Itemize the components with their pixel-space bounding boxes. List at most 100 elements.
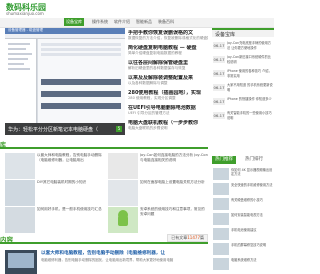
hot-thumbnail[interactable]: [213, 258, 229, 270]
news-title[interactable]: Joy-Con新旧接口系统硬件的比较说明: [227, 55, 273, 64]
headline-desc: 简单介绍硬盘复制电脑数据的教程: [128, 51, 182, 55]
main-nav: 设备宝库 操作系统 软件介绍 智能新品 装备百科: [0, 18, 274, 28]
right-sidebar: 设备宝库 06-17 Joy-Con充电底座手柄的使用方法 让你更方便地操作 0…: [212, 28, 274, 274]
sidebar-news-item[interactable]: 06-17 大家不用知道 的手机系统更新说明: [212, 83, 274, 93]
news-title[interactable]: iPhone 使用的各种技巧 介绍，非常实用: [227, 69, 273, 78]
article-row[interactable]: 以套大师和电脑教程，告别电脑手动删除（电脑维修利器，让 电脑维修利器，告别电脑手…: [5, 250, 208, 274]
library-thumbnail[interactable]: [108, 207, 138, 233]
headline-item[interactable]: 简化硬盘复制电脑教程 — 硬盘 简单介绍硬盘复制电脑数据的教程: [128, 45, 208, 56]
news-date: 06-17: [213, 98, 225, 105]
nav-item-os[interactable]: 操作系统: [92, 19, 108, 25]
headline-item[interactable]: 手把手教你恢复误删误格的文 数据恢复的方法介绍，恢复被删除或格式化的硬盘数据: [128, 30, 208, 41]
library-item[interactable]: DIY其它电脑装机时期的小知识: [5, 180, 105, 210]
headline-desc: 以及各种数据解除与调整: [128, 81, 168, 85]
hot-item[interactable]: 你如何 4K 显示器视频输出设定方法: [212, 167, 274, 181]
library-item-title[interactable]: 以套大师和电脑教程，告别电脑手动删除（电脑维修利器，让电脑用出: [37, 153, 105, 179]
content-section-header: 内容 已有文章11477篇: [0, 234, 208, 244]
article-title[interactable]: 以套大师和电脑教程，告别电脑手动删除（电脑维修利器，让: [41, 250, 208, 256]
disk-bar: [41, 91, 121, 97]
headline-item[interactable]: 在UEFI引导电脑删除电池数据 UEFI 引导分区的管理方法: [128, 105, 208, 116]
library-item-title[interactable]: 如何在面部电脑上设置电脑关机方法分析: [140, 180, 208, 206]
hot-thumbnail[interactable]: [213, 198, 229, 210]
library-item-title[interactable]: Joy-Con如何连接电脑的方法分析 Joy-Con与电脑连接相关的说明: [140, 153, 208, 179]
content-section-title: 内容: [0, 236, 13, 244]
hot-title[interactable]: 手机的屏幕修复技巧说明: [231, 243, 273, 255]
hot-title[interactable]: 你如何 4K 显示器视频输出设定方法: [231, 168, 273, 180]
headline-desc: 电脑大盘联机的步骤说明: [128, 126, 168, 130]
headline-item[interactable]: 以往各层间解除保管硬盘里 解析旧硬盘里的各种数据保存与恢复: [128, 60, 208, 71]
nav-item-device-library[interactable]: 设备宝库: [64, 18, 84, 26]
news-title[interactable]: 有关智能手机的一些使用小技巧说明: [227, 111, 273, 120]
headline-item[interactable]: 电脑大盘联机教程（一步步教你 电脑大盘联机的步骤说明: [128, 120, 208, 131]
tree-line: [8, 48, 26, 50]
hot-item[interactable]: 手机电池使用建议: [212, 227, 274, 241]
sidebar-news-item[interactable]: 06-17 Joy-Con充电底座手柄的使用方法 让你更方便地操作: [212, 41, 274, 51]
featured-slider[interactable]: 设备管理器 - 磁盘管理 华为：轻松平分分区新笔记本电脑硬盘（ 5: [5, 28, 125, 135]
header: 数码科乐园 shumaxianjuo.com: [0, 0, 274, 18]
sidebar-news-item[interactable]: 06-17 iPhone 使用的各种技巧 介绍，非常实用: [212, 69, 274, 79]
tree-line: [8, 68, 30, 70]
sidebar-news-item[interactable]: 06-17 Joy-Con新旧接口系统硬件的比较说明: [212, 55, 274, 65]
hot-title[interactable]: 有关硬盘维修的小技巧: [231, 198, 273, 210]
library-item-title[interactable]: 安卓系统的使用技巧和注意事项，常见的安卓问题: [140, 207, 208, 233]
hot-thumbnail[interactable]: [213, 183, 229, 195]
hot-item[interactable]: 安全快速的手机维修使用方法: [212, 182, 274, 196]
library-thumbnail[interactable]: [5, 180, 35, 206]
hot-thumbnail[interactable]: [213, 168, 229, 180]
slider-index[interactable]: 5: [116, 126, 122, 132]
headline-item[interactable]: 280使用教程（插画园地），实现 280 使用教程，实现分区调整: [128, 90, 208, 101]
news-date: 06-17: [213, 42, 225, 49]
hot-title[interactable]: 安全快速的手机维修使用方法: [231, 183, 273, 195]
news-date: 06-17: [213, 112, 225, 119]
count-prefix: 已有文章: [171, 235, 188, 240]
screenshot-tree-pane: [5, 39, 37, 123]
news-title[interactable]: Joy-Con充电底座手柄的使用方法 让你更方便地操作: [227, 41, 273, 50]
sidebar-tabs: 热门推荐 热门排行: [212, 156, 274, 164]
disk-row: [41, 43, 121, 46]
nav-item-software[interactable]: 软件介绍: [114, 19, 130, 25]
library-item-title[interactable]: 如何用好手机，是一般手机使用技巧汇总: [37, 207, 105, 233]
headline-item[interactable]: 以来及及解除装调整配置及来 以及各种数据解除与调整: [128, 75, 208, 86]
sidebar-news-item[interactable]: 06-17 有关智能手机的一些使用小技巧说明: [212, 111, 274, 121]
hot-item[interactable]: 手机的屏幕修复技巧说明: [212, 242, 274, 256]
hot-item[interactable]: 如何安装智能电视方法: [212, 212, 274, 226]
tree-line: [8, 53, 32, 55]
thumbnail-screen: [8, 253, 34, 268]
hot-thumbnail[interactable]: [213, 243, 229, 255]
library-item[interactable]: 安卓系统的使用技巧和注意事项，常见的安卓问题: [108, 207, 208, 237]
library-item[interactable]: Joy-Con如何连接电脑的方法分析 Joy-Con与电脑连接相关的说明: [108, 153, 208, 183]
library-section-title: 库: [0, 142, 7, 149]
news-title[interactable]: 大家不用知道 的手机系统更新说明: [227, 83, 273, 92]
hot-thumbnail[interactable]: [213, 213, 229, 225]
library-thumbnail[interactable]: [5, 207, 35, 233]
nav-item-encyclopedia[interactable]: 装备百科: [158, 19, 174, 25]
sidebar-section-header: 设备宝库: [212, 28, 274, 38]
hot-title[interactable]: 手机电池使用建议: [231, 228, 273, 240]
headline-desc: 数据恢复的方法介绍，恢复被删除或格式化的硬盘数据: [128, 36, 208, 40]
site-logo-domain: shumaxianjuo.com: [6, 11, 44, 16]
nav-item-smart-products[interactable]: 智能新品: [136, 19, 152, 25]
library-thumbnail[interactable]: [108, 153, 138, 179]
hot-title[interactable]: 如何安装智能电视方法: [231, 213, 273, 225]
library-thumbnail[interactable]: [5, 153, 35, 179]
sidebar-section-title: 设备宝库: [215, 32, 236, 38]
article-thumbnail[interactable]: [5, 250, 37, 274]
hot-thumbnail[interactable]: [213, 228, 229, 240]
library-thumbnail[interactable]: [108, 180, 138, 206]
library-item[interactable]: 如何用好手机，是一般手机使用技巧汇总: [5, 207, 105, 237]
library-item[interactable]: 如何在面部电脑上设置电脑关机方法分析: [108, 180, 208, 210]
library-item[interactable]: 以套大师和电脑教程，告别电脑手动删除（电脑维修利器，让电脑用出: [5, 153, 105, 183]
hot-item[interactable]: 有关硬盘维修的小技巧: [212, 197, 274, 211]
article-desc: 电脑维修利器，告别电脑手动删除的困扰，让电脑用出新境界，帮助大家更好地使用电脑: [41, 258, 174, 262]
hot-item[interactable]: 电脑系统维修方法: [212, 257, 274, 271]
news-title[interactable]: iPhone 的快捷操作 你知道多少: [227, 97, 273, 106]
hot-title[interactable]: 电脑系统维修方法: [231, 258, 273, 270]
slider-caption[interactable]: 华为：轻松平分分区新笔记本电脑硬盘（: [8, 126, 98, 133]
tab-hot-ranking[interactable]: 热门排行: [242, 156, 266, 164]
tree-line: [8, 63, 24, 65]
screenshot-window-title: 设备管理器 - 磁盘管理: [8, 28, 43, 32]
android-icon: [118, 210, 128, 226]
tab-hot-recommend[interactable]: 热门推荐: [212, 156, 236, 164]
sidebar-news-item[interactable]: 06-17 iPhone 的快捷操作 你知道多少: [212, 97, 274, 107]
library-item-title[interactable]: DIY其它电脑装机时期的小知识: [37, 180, 105, 206]
